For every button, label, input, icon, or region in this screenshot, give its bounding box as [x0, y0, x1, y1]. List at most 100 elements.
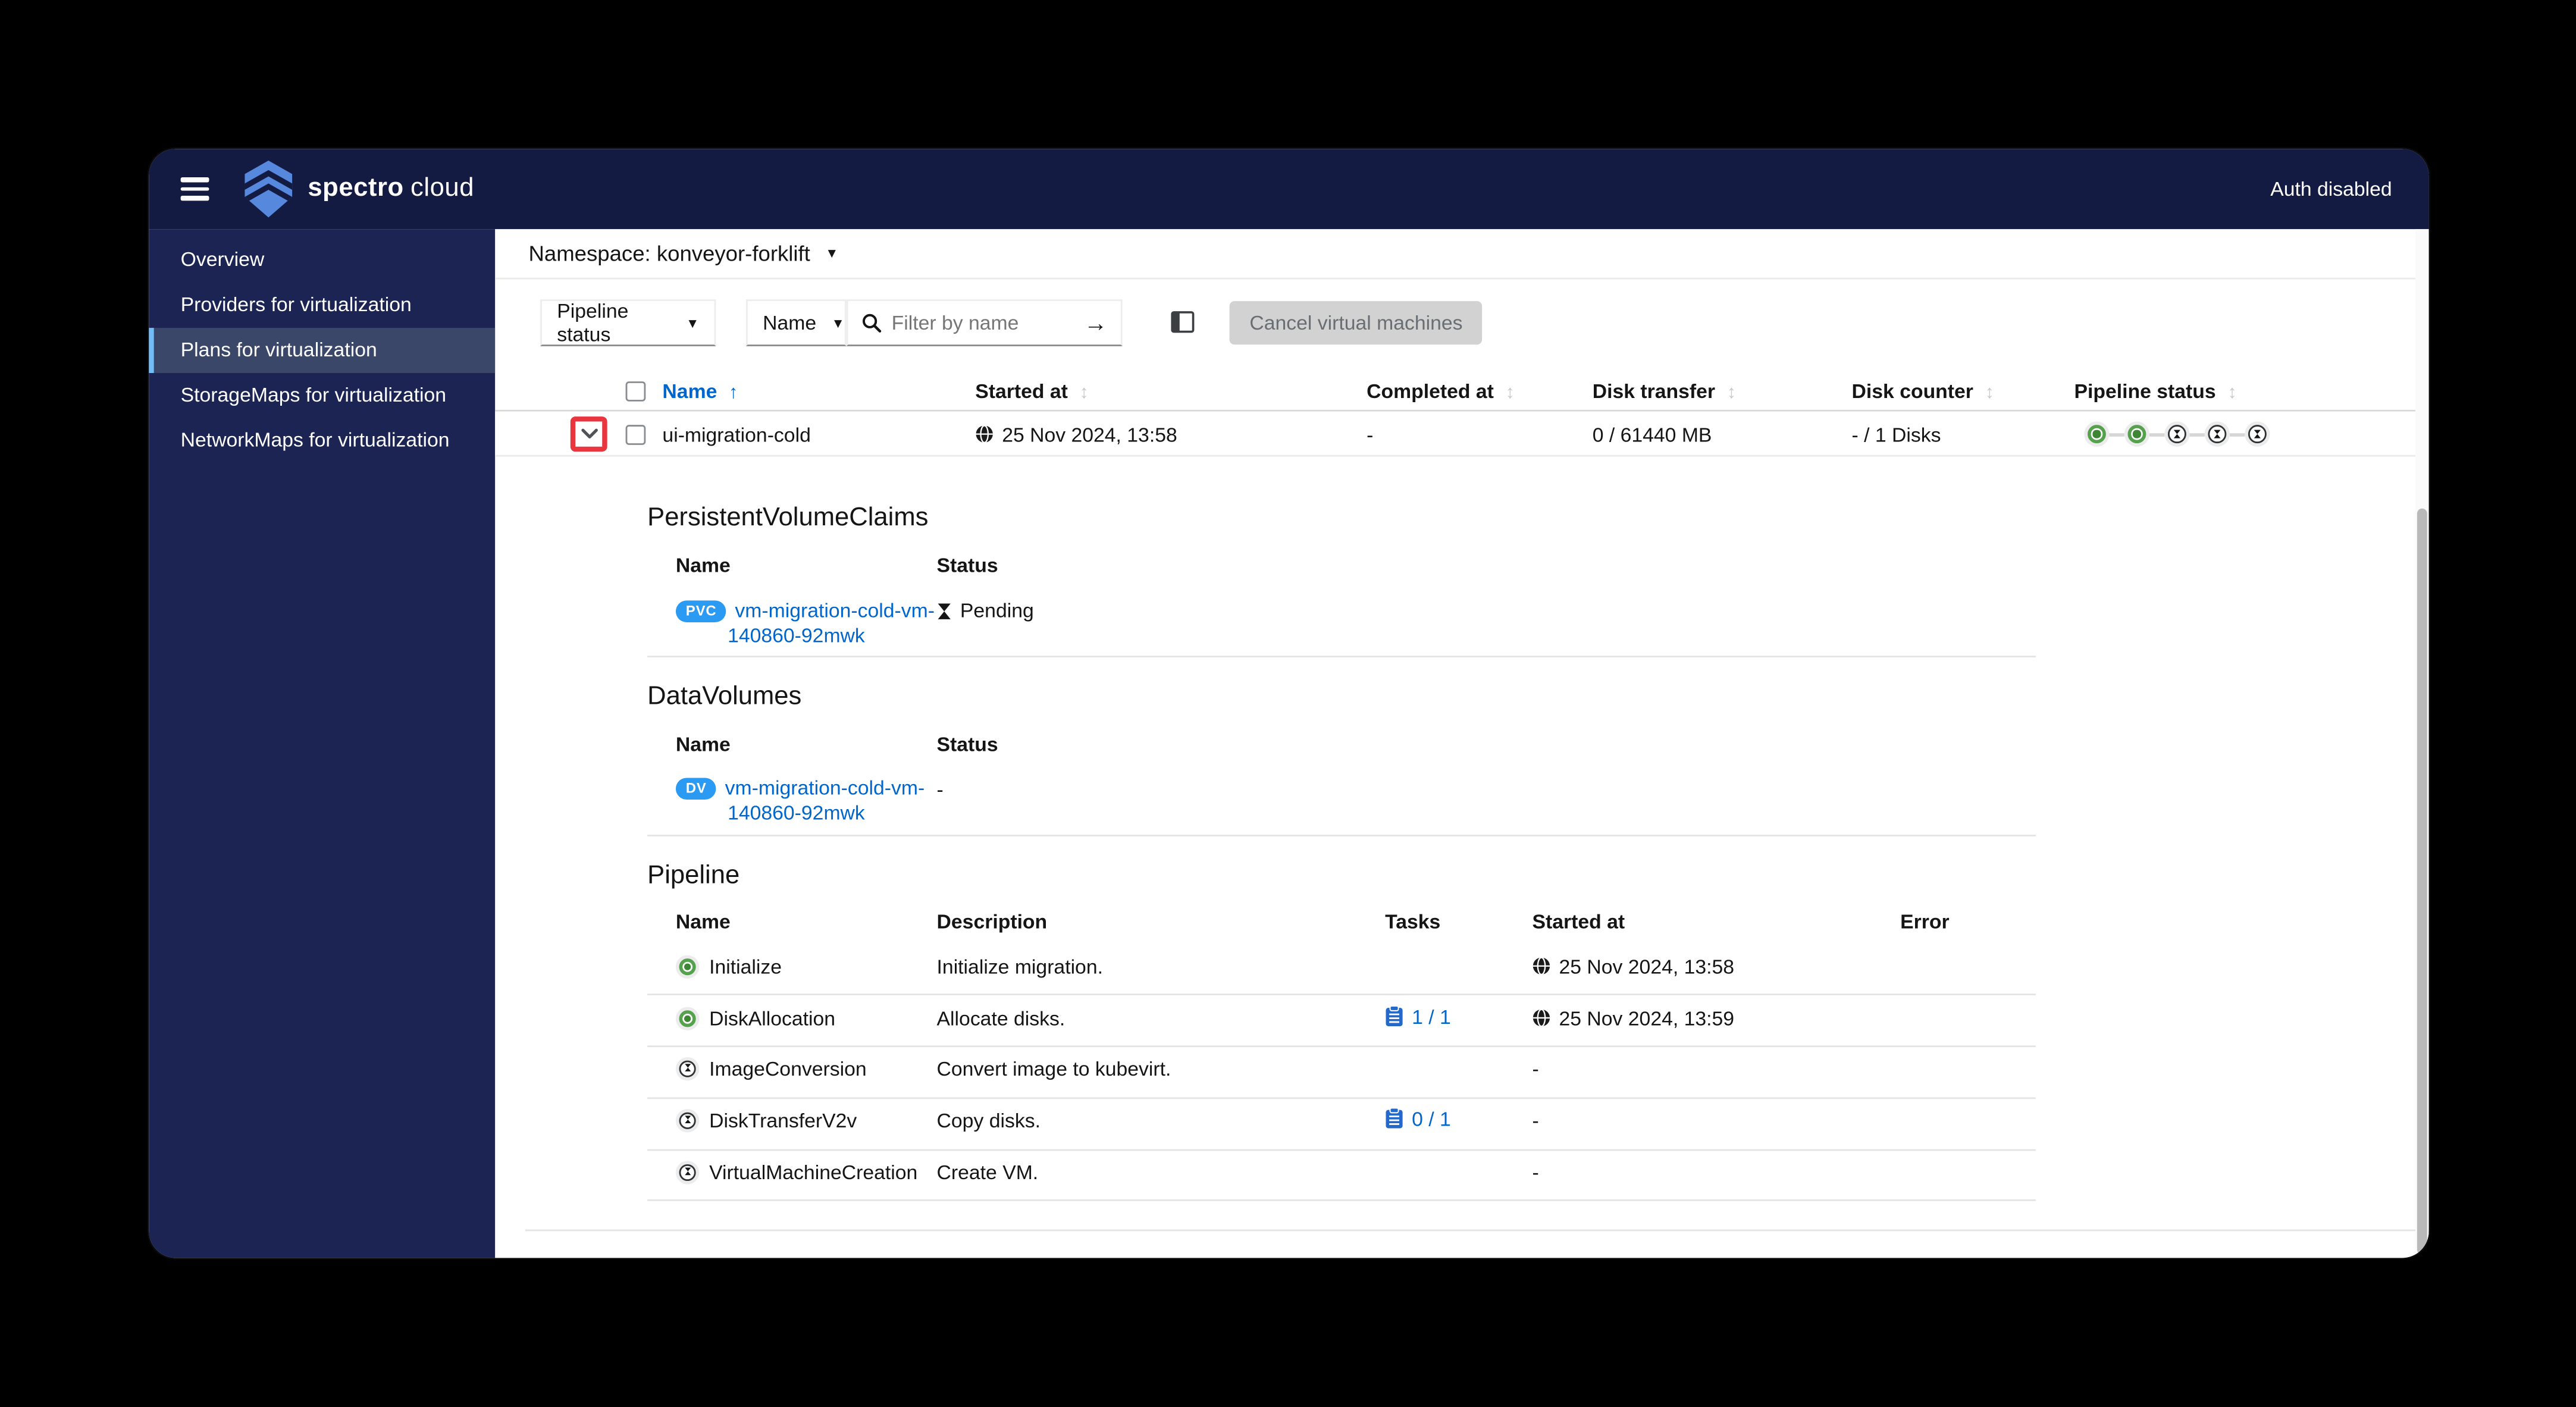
dv-row: DV vm-migration-cold-vm-	[675, 776, 925, 800]
pvc-status-cell: Pending	[937, 599, 1034, 622]
pipeline-row: DiskAllocation	[675, 1005, 835, 1030]
namespace-label: Namespace: konveyor-forklift	[528, 240, 810, 267]
column-header-name[interactable]: Name ↑	[662, 380, 738, 403]
brand-wordmark: spectro cloud	[308, 149, 474, 229]
sidebar-item-overview[interactable]: Overview	[149, 237, 495, 283]
step-pending-icon	[2204, 421, 2230, 447]
column-header-disk-counter[interactable]: Disk counter ↕	[1852, 380, 1995, 403]
pipeline-description: Convert image to kubevirt.	[936, 1057, 1171, 1081]
step-done-icon	[2124, 421, 2150, 447]
scrollbar-thumb[interactable]	[2417, 508, 2427, 1255]
step-done-icon	[2084, 421, 2110, 447]
pvc-link-line2[interactable]: 140860-92mwk	[728, 624, 865, 647]
disk-transfer-cell: 0 / 61440 MB	[1592, 422, 1712, 446]
pl-col-description: Description	[936, 910, 1048, 933]
column-header-started-at[interactable]: Started at ↕	[975, 380, 1089, 403]
manage-columns-icon[interactable]	[1171, 311, 1195, 341]
row-divider	[647, 1045, 2036, 1048]
sidebar-nav: Overview Providers for virtualization Pl…	[149, 229, 496, 1258]
sort-icon: ↕	[2227, 383, 2237, 403]
pipeline-description: Initialize migration.	[936, 955, 1103, 979]
pipeline-tasks-link[interactable]: 0 / 1	[1385, 1106, 1451, 1131]
dv-link-line1[interactable]: vm-migration-cold-vm-	[725, 776, 925, 800]
sidebar-item-networkmaps[interactable]: NetworkMaps for virtualization	[149, 418, 495, 463]
filter-category-select[interactable]: Pipeline status ▼	[540, 299, 716, 347]
pipeline-started: 25 Nov 2024, 13:59	[1533, 1005, 1734, 1030]
pvc-col-status: Status	[936, 553, 998, 578]
pipeline-description: Allocate disks.	[936, 1007, 1066, 1031]
search-submit-arrow-icon[interactable]: →	[1084, 309, 1107, 336]
dv-link-line2[interactable]: 140860-92mwk	[728, 801, 865, 825]
pvc-badge: PVC	[675, 599, 727, 622]
pipeline-started: -	[1532, 1057, 1539, 1081]
main-content: Namespace: konveyor-forklift ▼ Pipeline …	[495, 229, 2429, 1258]
pl-col-started: Started at	[1532, 910, 1625, 933]
pipeline-tasks-link[interactable]: 1 / 1	[1385, 1004, 1451, 1029]
column-header-disk-transfer[interactable]: Disk transfer ↕	[1593, 380, 1736, 403]
pipeline-row: DiskTransferV2v	[675, 1107, 857, 1132]
app-header: spectro cloud Auth disabled	[149, 149, 2429, 230]
step-pending-icon	[2164, 421, 2190, 447]
step-pending-icon	[675, 1160, 700, 1184]
step-done-icon	[675, 1006, 700, 1030]
row-divider	[647, 994, 2036, 995]
globe-icon	[1533, 1008, 1550, 1027]
sidebar-item-providers[interactable]: Providers for virtualization	[149, 283, 495, 328]
dv-badge: DV	[675, 777, 717, 799]
plans-table-header: Name ↑ Started at ↕ Completed at ↕ Disk tra…	[495, 371, 2416, 412]
pl-col-tasks: Tasks	[1385, 910, 1441, 933]
pvc-link-line1[interactable]: vm-migration-cold-vm-	[735, 599, 935, 622]
select-all-checkbox[interactable]	[625, 381, 646, 402]
pipeline-row: VirtualMachineCreation	[675, 1160, 917, 1184]
pipeline-started: 25 Nov 2024, 13:58	[1533, 954, 1734, 979]
dv-section-title: DataVolumes	[647, 682, 802, 711]
pipeline-started: -	[1532, 1109, 1539, 1133]
auth-status-label: Auth disabled	[2270, 177, 2392, 201]
cancel-virtual-machines-button[interactable]: Cancel virtual machines	[1229, 301, 1483, 345]
chevron-down-icon: ▼	[686, 315, 700, 331]
pipeline-started: -	[1532, 1161, 1539, 1184]
dv-col-status: Status	[936, 732, 998, 756]
row-divider	[647, 1199, 2036, 1201]
hamburger-menu-icon[interactable]	[180, 177, 209, 201]
sidebar-item-storagemaps[interactable]: StorageMaps for virtualization	[149, 373, 495, 418]
row-checkbox[interactable]	[625, 425, 646, 445]
disk-counter-cell: - / 1 Disks	[1851, 422, 1941, 446]
chevron-down-icon: ▼	[831, 315, 845, 331]
filter-field-value: Name	[763, 311, 817, 335]
namespace-selector[interactable]: Namespace: konveyor-forklift ▼	[495, 229, 2429, 280]
column-header-completed-at[interactable]: Completed at ↕	[1367, 380, 1515, 403]
screenshot-stage: spectro cloud Auth disabled Overview Pro…	[0, 0, 2576, 1407]
sort-icon: ↕	[1505, 383, 1515, 403]
spectro-cloud-logo-icon	[243, 160, 294, 226]
hourglass-icon	[938, 603, 951, 619]
sort-icon: ↕	[1726, 383, 1737, 403]
search-icon	[862, 314, 882, 333]
expanded-section-bottom-divider	[525, 1229, 2416, 1231]
vertical-scrollbar[interactable]	[2415, 229, 2429, 1258]
pvc-section-title: PersistentVolumeClaims	[647, 503, 929, 532]
pvc-col-name: Name	[675, 553, 731, 578]
step-pending-icon	[675, 1056, 700, 1080]
sidebar-item-plans[interactable]: Plans for virtualization	[149, 328, 496, 374]
pipeline-description: Copy disks.	[936, 1109, 1041, 1133]
chevron-down-icon: ▼	[825, 246, 839, 261]
sort-icon: ↕	[1985, 383, 1995, 403]
expand-row-toggle-annotated[interactable]	[570, 416, 607, 452]
brand-primary: spectro	[308, 174, 404, 203]
search-placeholder: Filter by name	[891, 311, 1019, 335]
search-input[interactable]: Filter by name →	[846, 299, 1123, 347]
pipeline-row: Initialize	[675, 954, 782, 979]
pl-col-name: Name	[675, 910, 731, 933]
table-row-ui-migration-cold: ui-migration-cold 25 Nov 2024, 13:58 - 0…	[495, 411, 2416, 457]
started-at-cell: 25 Nov 2024, 13:58	[975, 412, 1177, 457]
plan-name-cell: ui-migration-cold	[662, 422, 811, 446]
pipeline-row: ImageConversion	[675, 1055, 867, 1080]
pvc-row: PVC vm-migration-cold-vm-	[675, 599, 935, 622]
filter-category-value: Pipeline status	[557, 299, 629, 347]
pipeline-description: Create VM.	[936, 1161, 1039, 1184]
filter-field-select[interactable]: Name ▼	[746, 299, 847, 347]
globe-icon	[1533, 957, 1550, 976]
column-header-pipeline-status[interactable]: Pipeline status ↕	[2074, 380, 2237, 403]
dv-status-cell: -	[936, 778, 944, 801]
